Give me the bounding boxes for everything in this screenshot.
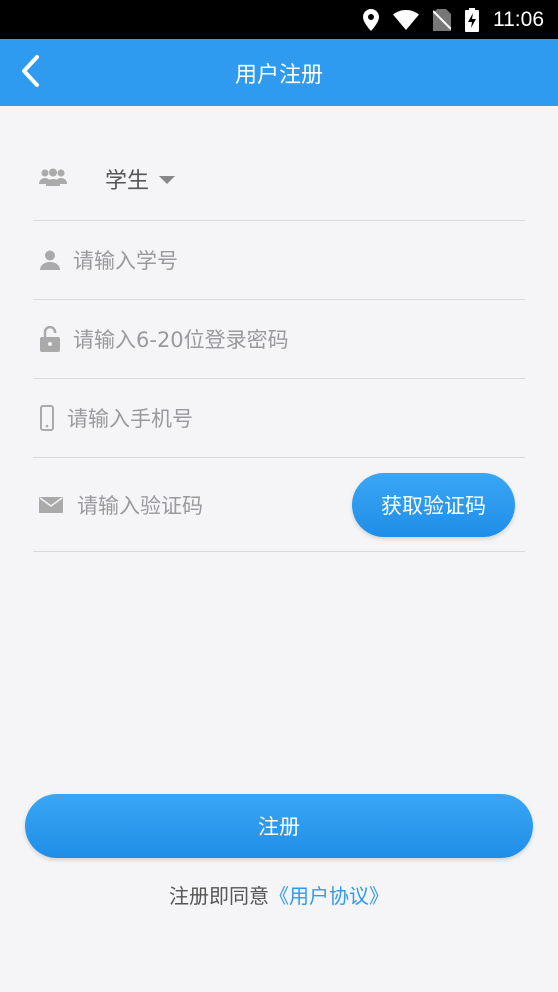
status-time: 11:06 [493, 7, 544, 31]
student-id-row[interactable]: 请输入学号 [33, 221, 525, 300]
register-form: 学生 请输入学号 请输入6-20位登录密码 请输入手机号 请输入验证码 获取验证… [33, 106, 525, 552]
phone-input[interactable]: 请输入手机号 [67, 403, 193, 433]
app-bar: 用户注册 [0, 39, 558, 106]
user-group-icon [39, 168, 67, 186]
phone-icon [39, 405, 55, 431]
wifi-icon [393, 9, 419, 30]
register-button[interactable]: 注册 [25, 794, 533, 858]
envelope-icon [39, 496, 63, 513]
battery-charging-icon [465, 7, 479, 32]
password-input[interactable]: 请输入6-20位登录密码 [73, 324, 289, 354]
back-button[interactable] [10, 53, 50, 93]
no-sim-icon [433, 8, 451, 31]
verification-code-row: 请输入验证码 获取验证码 [33, 458, 525, 552]
lock-icon [39, 326, 61, 352]
agreement-text: 注册即同意《用户协议》 [0, 880, 558, 909]
role-row: 学生 [33, 106, 525, 221]
phone-row[interactable]: 请输入手机号 [33, 379, 525, 458]
status-bar: 11:06 [0, 0, 558, 39]
get-code-button[interactable]: 获取验证码 [352, 473, 515, 537]
location-icon [363, 8, 379, 31]
student-id-input[interactable]: 请输入学号 [73, 245, 178, 275]
role-dropdown[interactable]: 学生 [105, 163, 176, 195]
caret-down-icon [159, 170, 176, 189]
page-title: 用户注册 [234, 62, 323, 88]
role-selected-value: 学生 [105, 169, 150, 194]
password-row[interactable]: 请输入6-20位登录密码 [33, 300, 525, 379]
user-agreement-link[interactable]: 《用户协议》 [269, 884, 389, 908]
back-arrow-icon [20, 54, 40, 92]
agreement-prefix: 注册即同意 [169, 884, 269, 908]
user-icon [39, 250, 61, 270]
verification-code-input[interactable]: 请输入验证码 [77, 490, 203, 520]
